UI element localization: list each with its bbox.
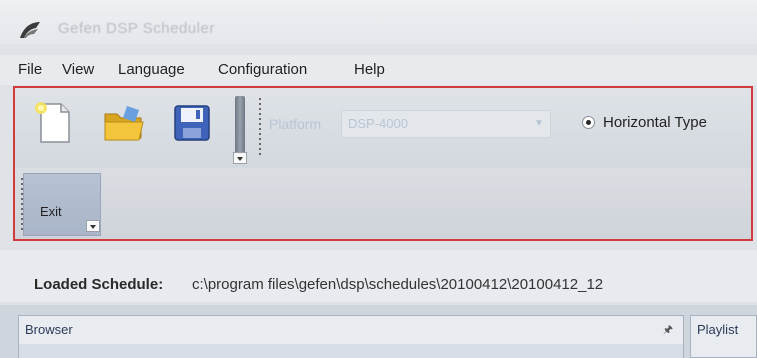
toolbar-row-main: Platform DSP-4000 ▼ Horizontal Type [15, 88, 751, 168]
browser-panel: Browser 🖈 [18, 315, 684, 358]
title-bar: Gefen DSP Scheduler [0, 0, 757, 44]
browser-panel-title: Browser [25, 322, 73, 337]
pin-icon[interactable]: 🖈 [663, 321, 673, 340]
toolbar-overflow-dropdown[interactable] [233, 152, 247, 164]
open-folder-icon[interactable] [101, 100, 147, 146]
chevron-down-icon [237, 157, 243, 161]
menu-configuration[interactable]: Configuration [218, 61, 307, 78]
menu-file[interactable]: File [18, 61, 42, 78]
browser-toolbar [19, 344, 683, 358]
loaded-schedule-path: c:\program files\gefen\dsp\schedules\201… [192, 276, 604, 293]
exit-label: Exit [40, 204, 62, 219]
loaded-schedule-bar: Loaded Schedule: c:\program files\gefen\… [0, 250, 757, 302]
horizontal-type-radio[interactable] [582, 116, 595, 129]
platform-value: DSP-4000 [348, 116, 408, 131]
toolbar-overflow-grip[interactable] [235, 96, 245, 158]
menu-bar: File View Language Configuration Help [0, 55, 757, 85]
loaded-schedule-label: Loaded Schedule: [34, 276, 164, 293]
panel-area: Browser 🖈 Playlist [0, 305, 757, 358]
menu-help[interactable]: Help [354, 61, 385, 78]
toolbar-highlight-frame: Platform DSP-4000 ▼ Horizontal Type Exit [13, 86, 753, 241]
exit-button[interactable]: Exit [23, 173, 101, 236]
app-logo-icon [20, 22, 40, 38]
menu-language[interactable]: Language [118, 61, 185, 78]
chevron-down-icon [90, 225, 96, 229]
platform-label: Platform [269, 116, 322, 132]
menu-view[interactable]: View [62, 61, 94, 78]
chevron-down-icon: ▼ [534, 118, 544, 129]
playlist-panel-title: Playlist [697, 322, 739, 337]
save-disk-icon[interactable] [169, 100, 215, 146]
horizontal-type-label[interactable]: Horizontal Type [603, 114, 707, 131]
new-document-icon[interactable] [31, 100, 77, 146]
window-title: Gefen DSP Scheduler [58, 20, 215, 37]
exit-dropdown[interactable] [86, 220, 100, 232]
platform-select[interactable]: DSP-4000 ▼ [341, 110, 551, 138]
toolbar-drag-grip[interactable] [259, 98, 261, 156]
playlist-panel: Playlist [690, 315, 757, 358]
toolbar-row-exit: Exit [15, 168, 751, 239]
